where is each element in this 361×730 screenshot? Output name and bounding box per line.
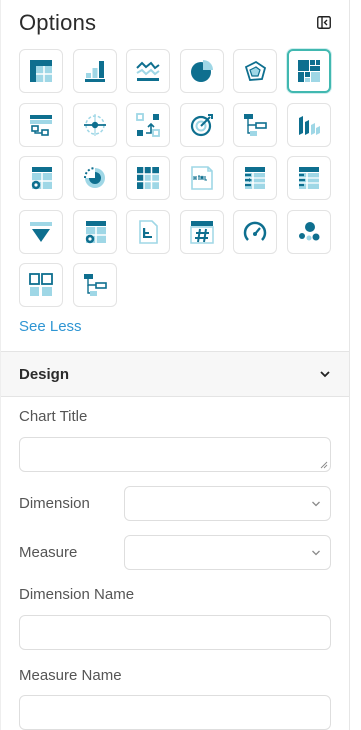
table-config-icon <box>85 220 106 243</box>
chart-type-bubble[interactable] <box>286 209 331 254</box>
chevron-down-icon <box>312 501 320 507</box>
radial-chart-icon <box>83 167 105 188</box>
hierarchy-icon <box>244 113 267 136</box>
document-icon <box>139 219 158 244</box>
bar-chart-icon <box>84 61 105 82</box>
chart-type-3d[interactable] <box>233 49 277 93</box>
design-section-header[interactable]: Design <box>1 352 349 397</box>
chart-type-radar[interactable] <box>72 102 117 147</box>
data-table-icon <box>245 167 265 189</box>
see-less-link[interactable]: See Less <box>19 318 82 335</box>
table-icon <box>30 60 52 82</box>
dimension-select[interactable] <box>124 486 331 521</box>
measure-name-input[interactable] <box>19 695 331 730</box>
funnel-chart-icon <box>30 221 52 242</box>
chart-type-funnel[interactable] <box>19 209 63 254</box>
dimension-label: Dimension <box>19 495 90 512</box>
table-settings-icon <box>31 167 52 190</box>
measure-label: Measure <box>19 544 78 561</box>
chart-type-bar[interactable] <box>72 49 117 93</box>
table-drilldown-icon <box>30 114 52 136</box>
chart-title-input[interactable] <box>19 437 331 472</box>
chart-type-table-drilldown[interactable] <box>19 102 63 147</box>
waterfall-3d-icon <box>298 115 320 135</box>
resize-handle-icon[interactable] <box>320 461 328 469</box>
chart-type-number-widget[interactable] <box>179 209 224 254</box>
measure-name-label: Measure Name <box>19 667 122 684</box>
chart-type-html[interactable] <box>179 156 224 200</box>
dimension-name-input[interactable] <box>19 615 331 650</box>
chart-type-pie[interactable] <box>179 49 224 93</box>
chart-type-grid-table[interactable] <box>126 156 170 200</box>
chart-type-waterfall-3d[interactable] <box>286 102 331 147</box>
chart-type-target[interactable] <box>179 102 224 147</box>
options-panel: Options See Less Design Chart Title Dime… <box>0 0 350 730</box>
panel-header: Options <box>19 8 333 38</box>
3d-chart-icon <box>244 60 267 81</box>
grid-table-icon <box>137 167 159 189</box>
chart-type-data-table-alt[interactable] <box>286 156 331 200</box>
flow-chart-icon <box>136 112 160 137</box>
design-section-title: Design <box>19 366 70 383</box>
chart-title-label: Chart Title <box>19 408 88 425</box>
tree-structure-icon <box>83 274 107 296</box>
bubble-chart-icon <box>298 221 319 240</box>
chart-type-table-config[interactable] <box>72 209 117 254</box>
chart-type-hierarchy[interactable] <box>233 102 277 147</box>
chart-type-tree-structure[interactable] <box>72 263 117 307</box>
measure-select[interactable] <box>124 535 331 570</box>
treemap-icon <box>297 60 320 82</box>
chevron-down-icon <box>320 371 330 378</box>
chevron-down-icon <box>312 550 320 556</box>
chart-type-data-table[interactable] <box>233 156 277 200</box>
pie-chart-icon <box>190 60 213 82</box>
gauge-icon <box>243 221 267 241</box>
compare-layout-icon <box>29 273 53 296</box>
collapse-panel-icon[interactable] <box>317 16 331 29</box>
number-widget-icon <box>189 220 214 244</box>
dimension-name-label: Dimension Name <box>19 586 135 603</box>
chart-type-treemap[interactable] <box>286 49 331 93</box>
chart-type-grid <box>19 49 331 307</box>
line-chart-icon <box>136 61 160 81</box>
html-icon <box>190 166 213 190</box>
chart-type-compare-layout[interactable] <box>19 263 63 307</box>
data-table-alt-icon <box>298 167 319 189</box>
chart-type-flow[interactable] <box>126 102 170 147</box>
panel-title: Options <box>19 10 97 35</box>
chart-type-document[interactable] <box>126 209 170 254</box>
chart-type-gauge[interactable] <box>233 209 277 254</box>
chart-type-radial[interactable] <box>72 156 117 200</box>
chart-type-line[interactable] <box>126 49 170 93</box>
chart-type-table-settings[interactable] <box>19 156 63 200</box>
radar-chart-icon <box>83 113 106 136</box>
chart-type-table[interactable] <box>19 49 63 93</box>
target-chart-icon <box>190 113 213 136</box>
